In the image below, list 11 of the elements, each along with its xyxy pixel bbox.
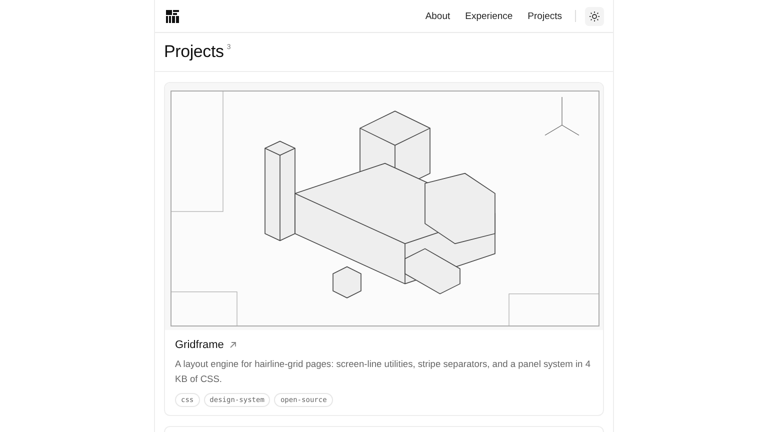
project-title-link[interactable]: Gridframe	[175, 339, 224, 351]
arrow-icon	[230, 342, 236, 348]
sun-icon	[589, 10, 600, 22]
theme-toggle-button[interactable]	[585, 6, 604, 26]
project-count: 3	[226, 44, 231, 51]
nav-link[interactable]: About	[425, 10, 450, 22]
page-title: Projects	[164, 42, 224, 62]
project-description: A layout engine for hairline-grid pages: screen-line utilities, stripe separators, and a panel system in 4 KB of CSS.	[175, 358, 592, 386]
nav-link[interactable]: Projects	[528, 10, 562, 22]
logo-icon[interactable]	[166, 10, 179, 22]
nav-link[interactable]: Experience	[465, 10, 513, 22]
